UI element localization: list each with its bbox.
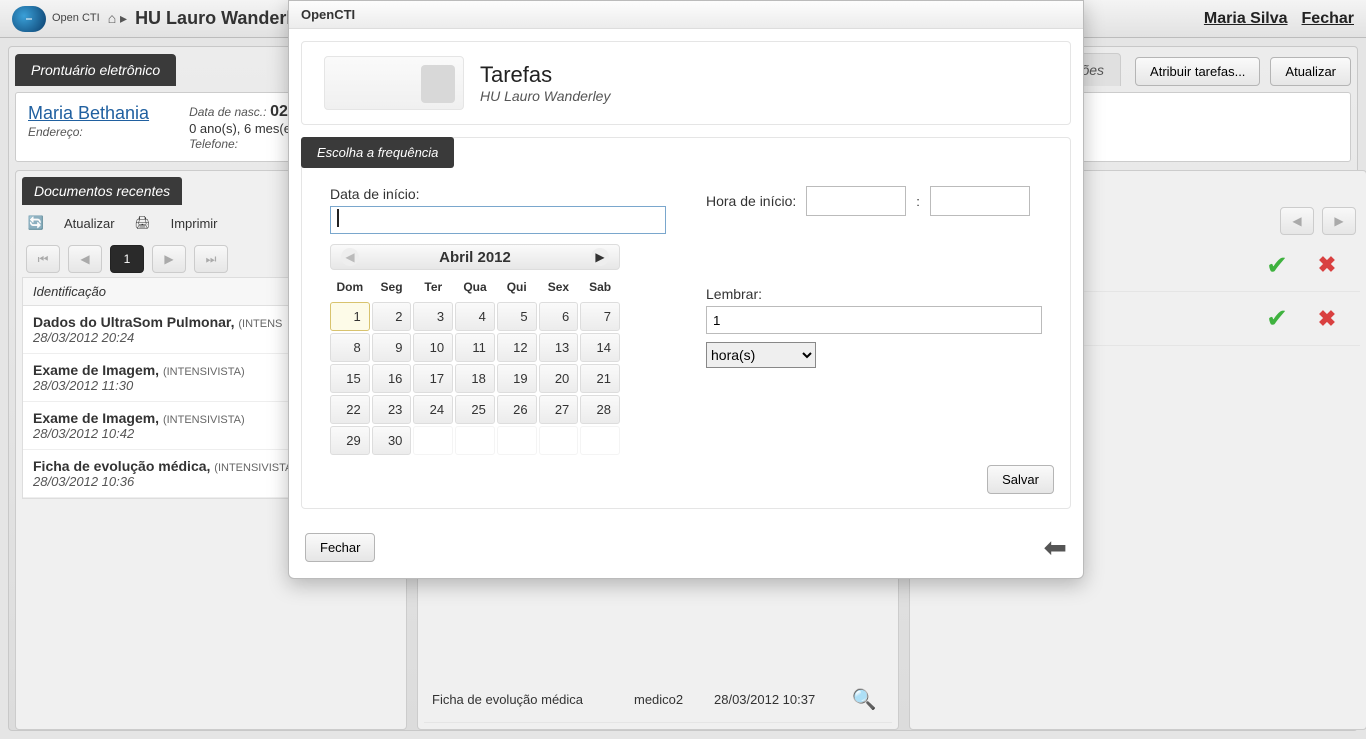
dp-day[interactable]: 29 <box>330 426 370 455</box>
dp-day[interactable]: 24 <box>413 395 453 424</box>
dp-day[interactable]: 12 <box>497 333 537 362</box>
dp-day[interactable]: 19 <box>497 364 537 393</box>
dp-day[interactable]: 8 <box>330 333 370 362</box>
dp-day[interactable]: 6 <box>539 302 579 331</box>
grid-ts: 28/03/2012 10:37 <box>714 692 844 707</box>
start-date-label: Data de início: <box>330 186 666 202</box>
dp-blank <box>455 426 495 455</box>
id-card-icon <box>324 56 464 110</box>
dp-day[interactable]: 13 <box>539 333 579 362</box>
dp-day[interactable]: 3 <box>413 302 453 331</box>
dp-day[interactable]: 23 <box>372 395 412 424</box>
modal-header: Tarefas HU Lauro Wanderley <box>301 41 1071 125</box>
start-hour-input[interactable] <box>806 186 906 216</box>
dp-prev-icon[interactable]: ◀ <box>341 248 359 266</box>
grid-doc: Ficha de evolução médica <box>432 692 634 707</box>
table-row[interactable]: Ficha de evolução médica medico2 28/03/2… <box>424 677 892 723</box>
dp-next-icon[interactable]: ▶ <box>591 248 609 266</box>
modal-backdrop: OpenCTI Tarefas HU Lauro Wanderley Escol… <box>0 0 1366 677</box>
dp-day[interactable]: 1 <box>330 302 370 331</box>
dp-dow: Ter <box>413 274 453 300</box>
dp-day[interactable]: 14 <box>580 333 620 362</box>
dp-day[interactable]: 28 <box>580 395 620 424</box>
start-minute-input[interactable] <box>930 186 1030 216</box>
dp-blank <box>539 426 579 455</box>
start-time-label: Hora de início: <box>706 193 796 209</box>
modal-window-title: OpenCTI <box>289 1 1083 29</box>
dp-day[interactable]: 27 <box>539 395 579 424</box>
dp-day[interactable]: 20 <box>539 364 579 393</box>
dp-day[interactable]: 21 <box>580 364 620 393</box>
dp-dow: Sab <box>580 274 620 300</box>
dp-day[interactable]: 5 <box>497 302 537 331</box>
dp-day[interactable]: 15 <box>330 364 370 393</box>
dp-blank <box>497 426 537 455</box>
dp-day[interactable]: 9 <box>372 333 412 362</box>
dp-blank <box>413 426 453 455</box>
dp-day[interactable]: 18 <box>455 364 495 393</box>
dp-month: Abril 2012 <box>439 249 511 266</box>
dp-dow: Qui <box>497 274 537 300</box>
dp-dow: Qua <box>455 274 495 300</box>
remember-unit-select[interactable]: hora(s) <box>706 342 816 368</box>
dp-day[interactable]: 7 <box>580 302 620 331</box>
close-button[interactable]: Fechar <box>305 533 375 562</box>
time-separator: : <box>916 194 920 209</box>
back-arrow-icon[interactable]: ⬅ <box>1044 531 1067 564</box>
dp-day[interactable]: 30 <box>372 426 412 455</box>
dp-dow: Seg <box>372 274 412 300</box>
modal-heading: Tarefas <box>480 62 610 88</box>
tasks-modal: OpenCTI Tarefas HU Lauro Wanderley Escol… <box>288 0 1084 579</box>
modal-tab-frequency[interactable]: Escolha a frequência <box>301 137 454 168</box>
magnify-icon[interactable]: 🔍 <box>844 687 884 712</box>
dp-blank <box>580 426 620 455</box>
dp-day[interactable]: 2 <box>372 302 412 331</box>
dp-day[interactable]: 17 <box>413 364 453 393</box>
start-date-input[interactable] <box>330 206 666 234</box>
dp-day[interactable]: 26 <box>497 395 537 424</box>
dp-day[interactable]: 25 <box>455 395 495 424</box>
remember-label: Lembrar: <box>706 286 1042 302</box>
modal-subheading: HU Lauro Wanderley <box>480 88 610 104</box>
datepicker: ◀ Abril 2012 ▶ DomSegTerQuaQuiSexSab1234… <box>330 244 620 455</box>
dp-day[interactable]: 22 <box>330 395 370 424</box>
dp-day[interactable]: 16 <box>372 364 412 393</box>
dp-day[interactable]: 4 <box>455 302 495 331</box>
remember-input[interactable] <box>706 306 1042 334</box>
dp-dow: Dom <box>330 274 370 300</box>
dp-dow: Sex <box>539 274 579 300</box>
save-button[interactable]: Salvar <box>987 465 1054 494</box>
grid-user: medico2 <box>634 692 714 707</box>
dp-day[interactable]: 11 <box>455 333 495 362</box>
dp-day[interactable]: 10 <box>413 333 453 362</box>
